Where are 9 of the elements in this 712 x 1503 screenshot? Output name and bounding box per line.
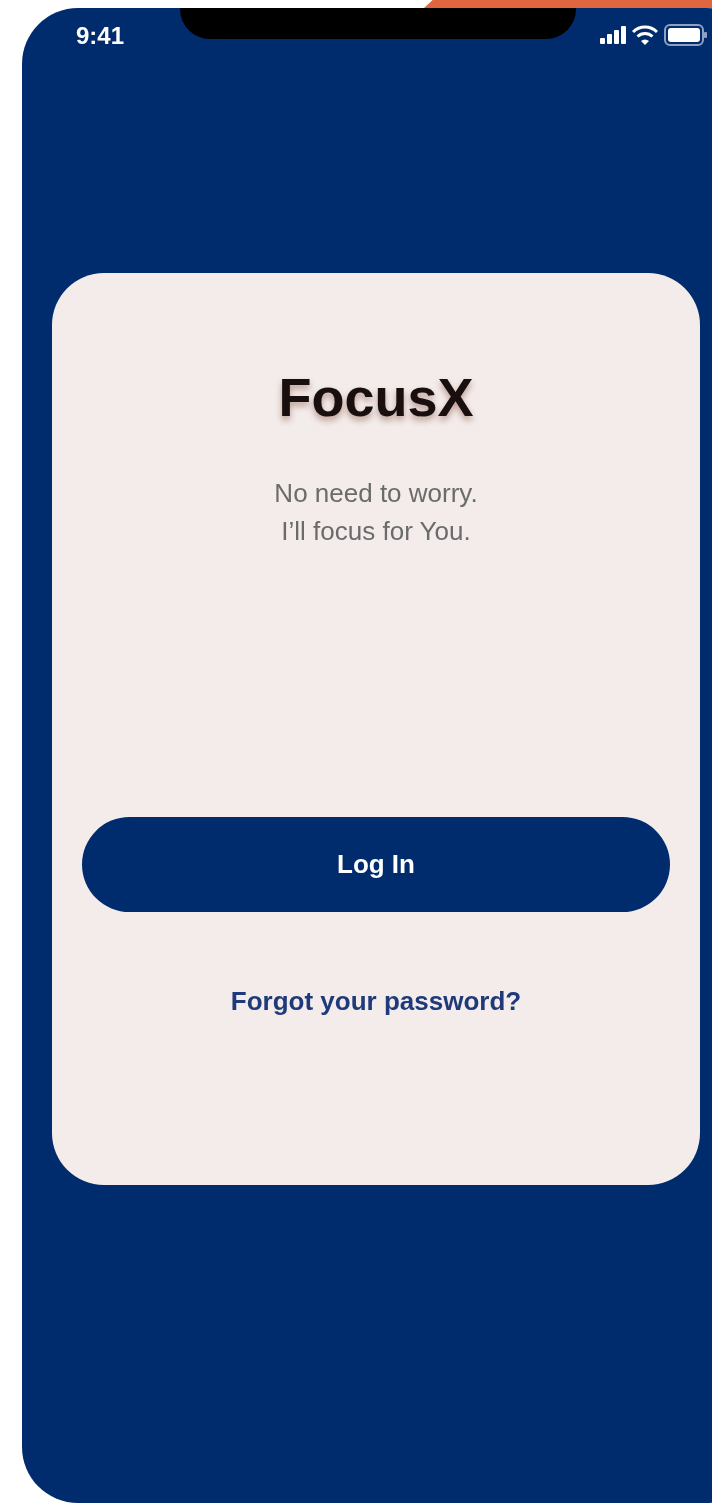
tagline-text: I’ll focus for You. xyxy=(281,515,471,548)
status-time: 9:41 xyxy=(75,21,126,51)
wifi-icon xyxy=(632,25,658,45)
tagline-text: No need to worry. xyxy=(274,477,478,510)
forgot-password-link[interactable]: Forgot your password? xyxy=(230,982,522,1021)
battery-icon xyxy=(664,24,708,46)
login-button[interactable]: Log In xyxy=(82,817,670,912)
app-title: FocusX xyxy=(278,366,474,429)
signal-icon xyxy=(600,26,626,44)
